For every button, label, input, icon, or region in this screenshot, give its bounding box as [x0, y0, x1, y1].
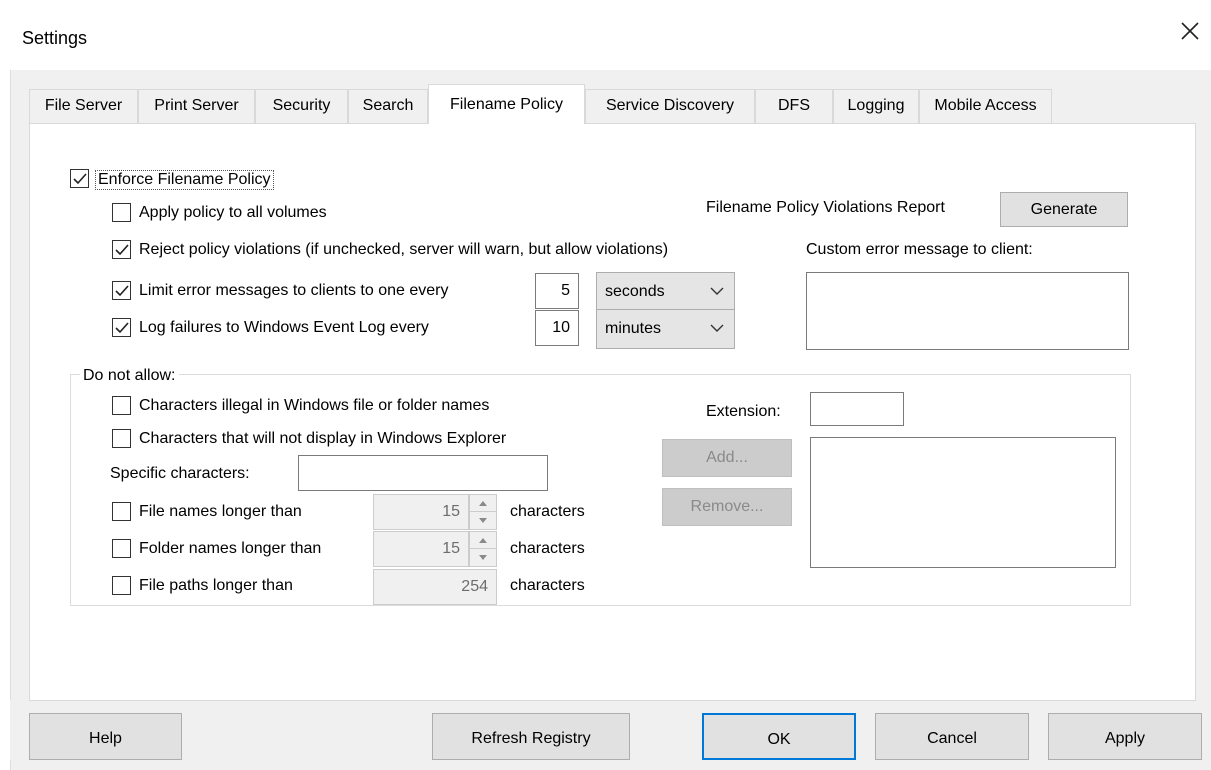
log-failures-checkbox[interactable]	[112, 318, 131, 337]
log-unit-value: minutes	[605, 320, 662, 337]
stepper-down-icon[interactable]	[470, 549, 496, 566]
filenames-length-stepper[interactable]	[469, 494, 497, 530]
tab-filename-policy[interactable]: Filename Policy	[428, 84, 585, 124]
filenames-longer-checkbox[interactable]	[112, 502, 131, 521]
filepaths-length-input[interactable]: 254	[373, 569, 497, 605]
tab-print-server[interactable]: Print Server	[138, 89, 255, 123]
close-icon[interactable]	[1177, 20, 1203, 46]
illegal-chars-label: Characters illegal in Windows file or fo…	[139, 397, 490, 414]
limit-messages-label: Limit error messages to clients to one e…	[139, 282, 449, 299]
chevron-down-icon	[710, 287, 724, 295]
foldernames-longer-checkbox[interactable]	[112, 539, 131, 558]
tab-dfs[interactable]: DFS	[755, 89, 833, 123]
limit-messages-value[interactable]: 5	[535, 273, 579, 309]
violations-report-label: Filename Policy Violations Report	[706, 199, 945, 216]
extension-label: Extension:	[706, 403, 781, 420]
apply-all-volumes-label: Apply policy to all volumes	[139, 204, 327, 221]
ok-button[interactable]: OK	[702, 713, 856, 760]
apply-all-volumes-checkbox[interactable]	[112, 203, 131, 222]
help-button[interactable]: Help	[29, 713, 182, 760]
reject-violations-checkbox[interactable]	[112, 240, 131, 259]
filepaths-unit: characters	[510, 577, 585, 594]
filenames-longer-label: File names longer than	[139, 503, 302, 520]
specific-chars-input[interactable]	[298, 455, 548, 491]
filenames-length-input[interactable]: 15	[373, 494, 469, 530]
filenames-unit: characters	[510, 503, 585, 520]
specific-chars-label: Specific characters:	[110, 465, 250, 482]
do-not-allow-label: Do not allow:	[80, 367, 179, 385]
tab-logging[interactable]: Logging	[833, 89, 919, 123]
extension-list[interactable]	[810, 437, 1116, 568]
chevron-down-icon	[710, 324, 724, 332]
foldernames-length-stepper[interactable]	[469, 531, 497, 567]
tab-search[interactable]: Search	[348, 89, 428, 123]
add-extension-button[interactable]: Add...	[662, 439, 792, 477]
extension-input[interactable]	[810, 392, 904, 426]
cancel-button[interactable]: Cancel	[875, 713, 1029, 760]
custom-message-label: Custom error message to client:	[806, 241, 1033, 258]
foldernames-unit: characters	[510, 540, 585, 557]
remove-extension-button[interactable]: Remove...	[662, 488, 792, 526]
refresh-registry-button[interactable]: Refresh Registry	[432, 713, 630, 760]
filepaths-longer-checkbox[interactable]	[112, 576, 131, 595]
limit-messages-checkbox[interactable]	[112, 281, 131, 300]
tab-file-server[interactable]: File Server	[29, 89, 138, 123]
foldernames-length-input[interactable]: 15	[373, 531, 469, 567]
log-failures-value[interactable]: 10	[535, 310, 579, 346]
filepaths-longer-label: File paths longer than	[139, 577, 293, 594]
tab-service-discovery[interactable]: Service Discovery	[585, 89, 755, 123]
stepper-up-icon[interactable]	[470, 532, 496, 549]
enforce-policy-label: Enforce Filename Policy	[95, 170, 274, 190]
apply-button[interactable]: Apply	[1048, 713, 1202, 760]
foldernames-longer-label: Folder names longer than	[139, 540, 322, 557]
tab-security[interactable]: Security	[255, 89, 348, 123]
illegal-chars-checkbox[interactable]	[112, 396, 131, 415]
stepper-up-icon[interactable]	[470, 495, 496, 512]
nodisplay-chars-checkbox[interactable]	[112, 429, 131, 448]
nodisplay-chars-label: Characters that will not display in Wind…	[139, 430, 507, 447]
custom-message-input[interactable]	[806, 272, 1129, 350]
generate-button[interactable]: Generate	[1000, 192, 1128, 227]
window-title: Settings	[22, 28, 88, 48]
limit-unit-value: seconds	[605, 283, 665, 300]
log-unit-select[interactable]: minutes	[596, 309, 735, 349]
tab-mobile-access[interactable]: Mobile Access	[919, 89, 1052, 123]
limit-unit-select[interactable]: seconds	[596, 272, 735, 312]
reject-violations-label: Reject policy violations (if unchecked, …	[139, 241, 669, 258]
enforce-policy-checkbox[interactable]	[70, 169, 89, 188]
stepper-down-icon[interactable]	[470, 512, 496, 529]
log-failures-label: Log failures to Windows Event Log every	[139, 319, 429, 336]
